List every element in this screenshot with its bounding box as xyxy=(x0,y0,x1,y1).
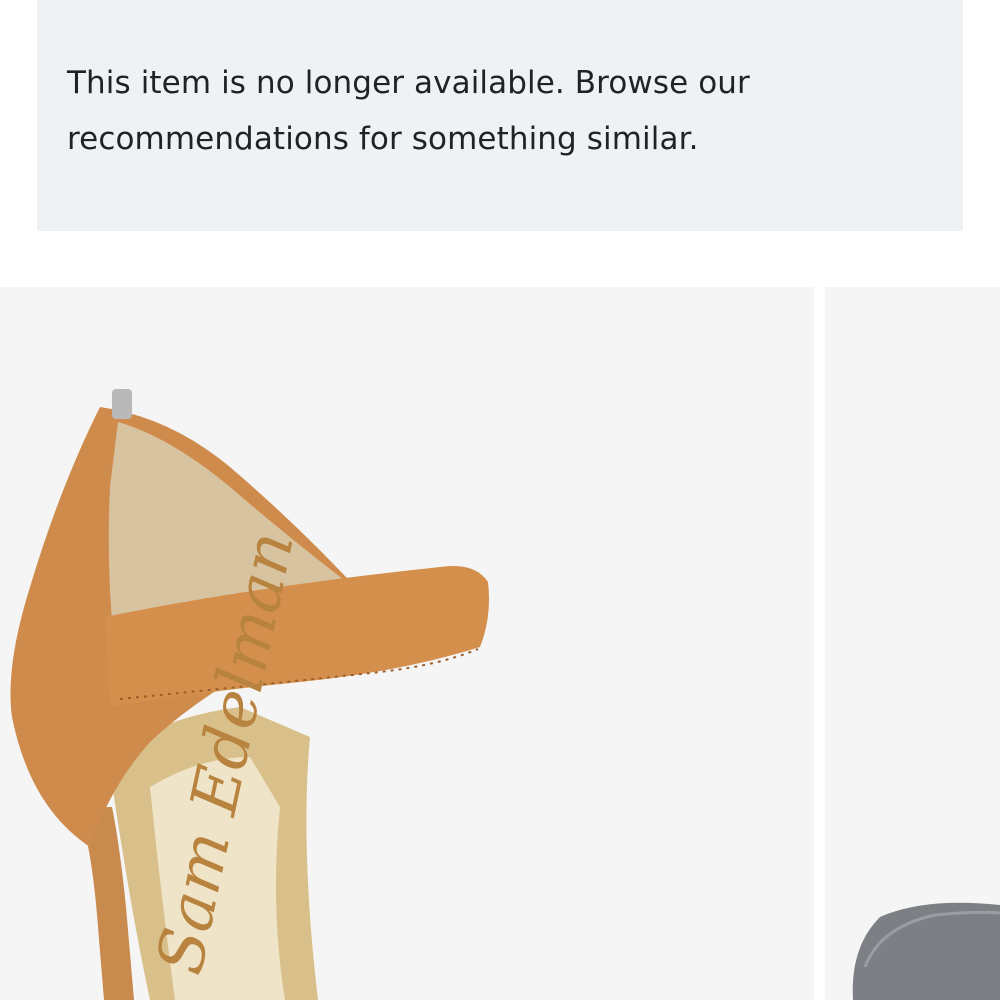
recommendation-card[interactable] xyxy=(825,287,1000,1000)
unavailable-message: This item is no longer available. Browse… xyxy=(67,55,767,167)
recommendations-carousel[interactable]: Sam Edelman xyxy=(0,287,1000,1000)
unavailable-message-line-2: recommendations for something similar. xyxy=(67,121,699,157)
unavailable-message-line-1: This item is no longer available. Browse… xyxy=(67,65,750,101)
unavailable-notice: This item is no longer available. Browse… xyxy=(37,0,963,231)
product-image-gray-shoe[interactable] xyxy=(825,287,1000,1000)
recommendation-card[interactable]: Sam Edelman xyxy=(0,287,814,1000)
product-image-tan-heel[interactable]: Sam Edelman xyxy=(0,287,814,1000)
